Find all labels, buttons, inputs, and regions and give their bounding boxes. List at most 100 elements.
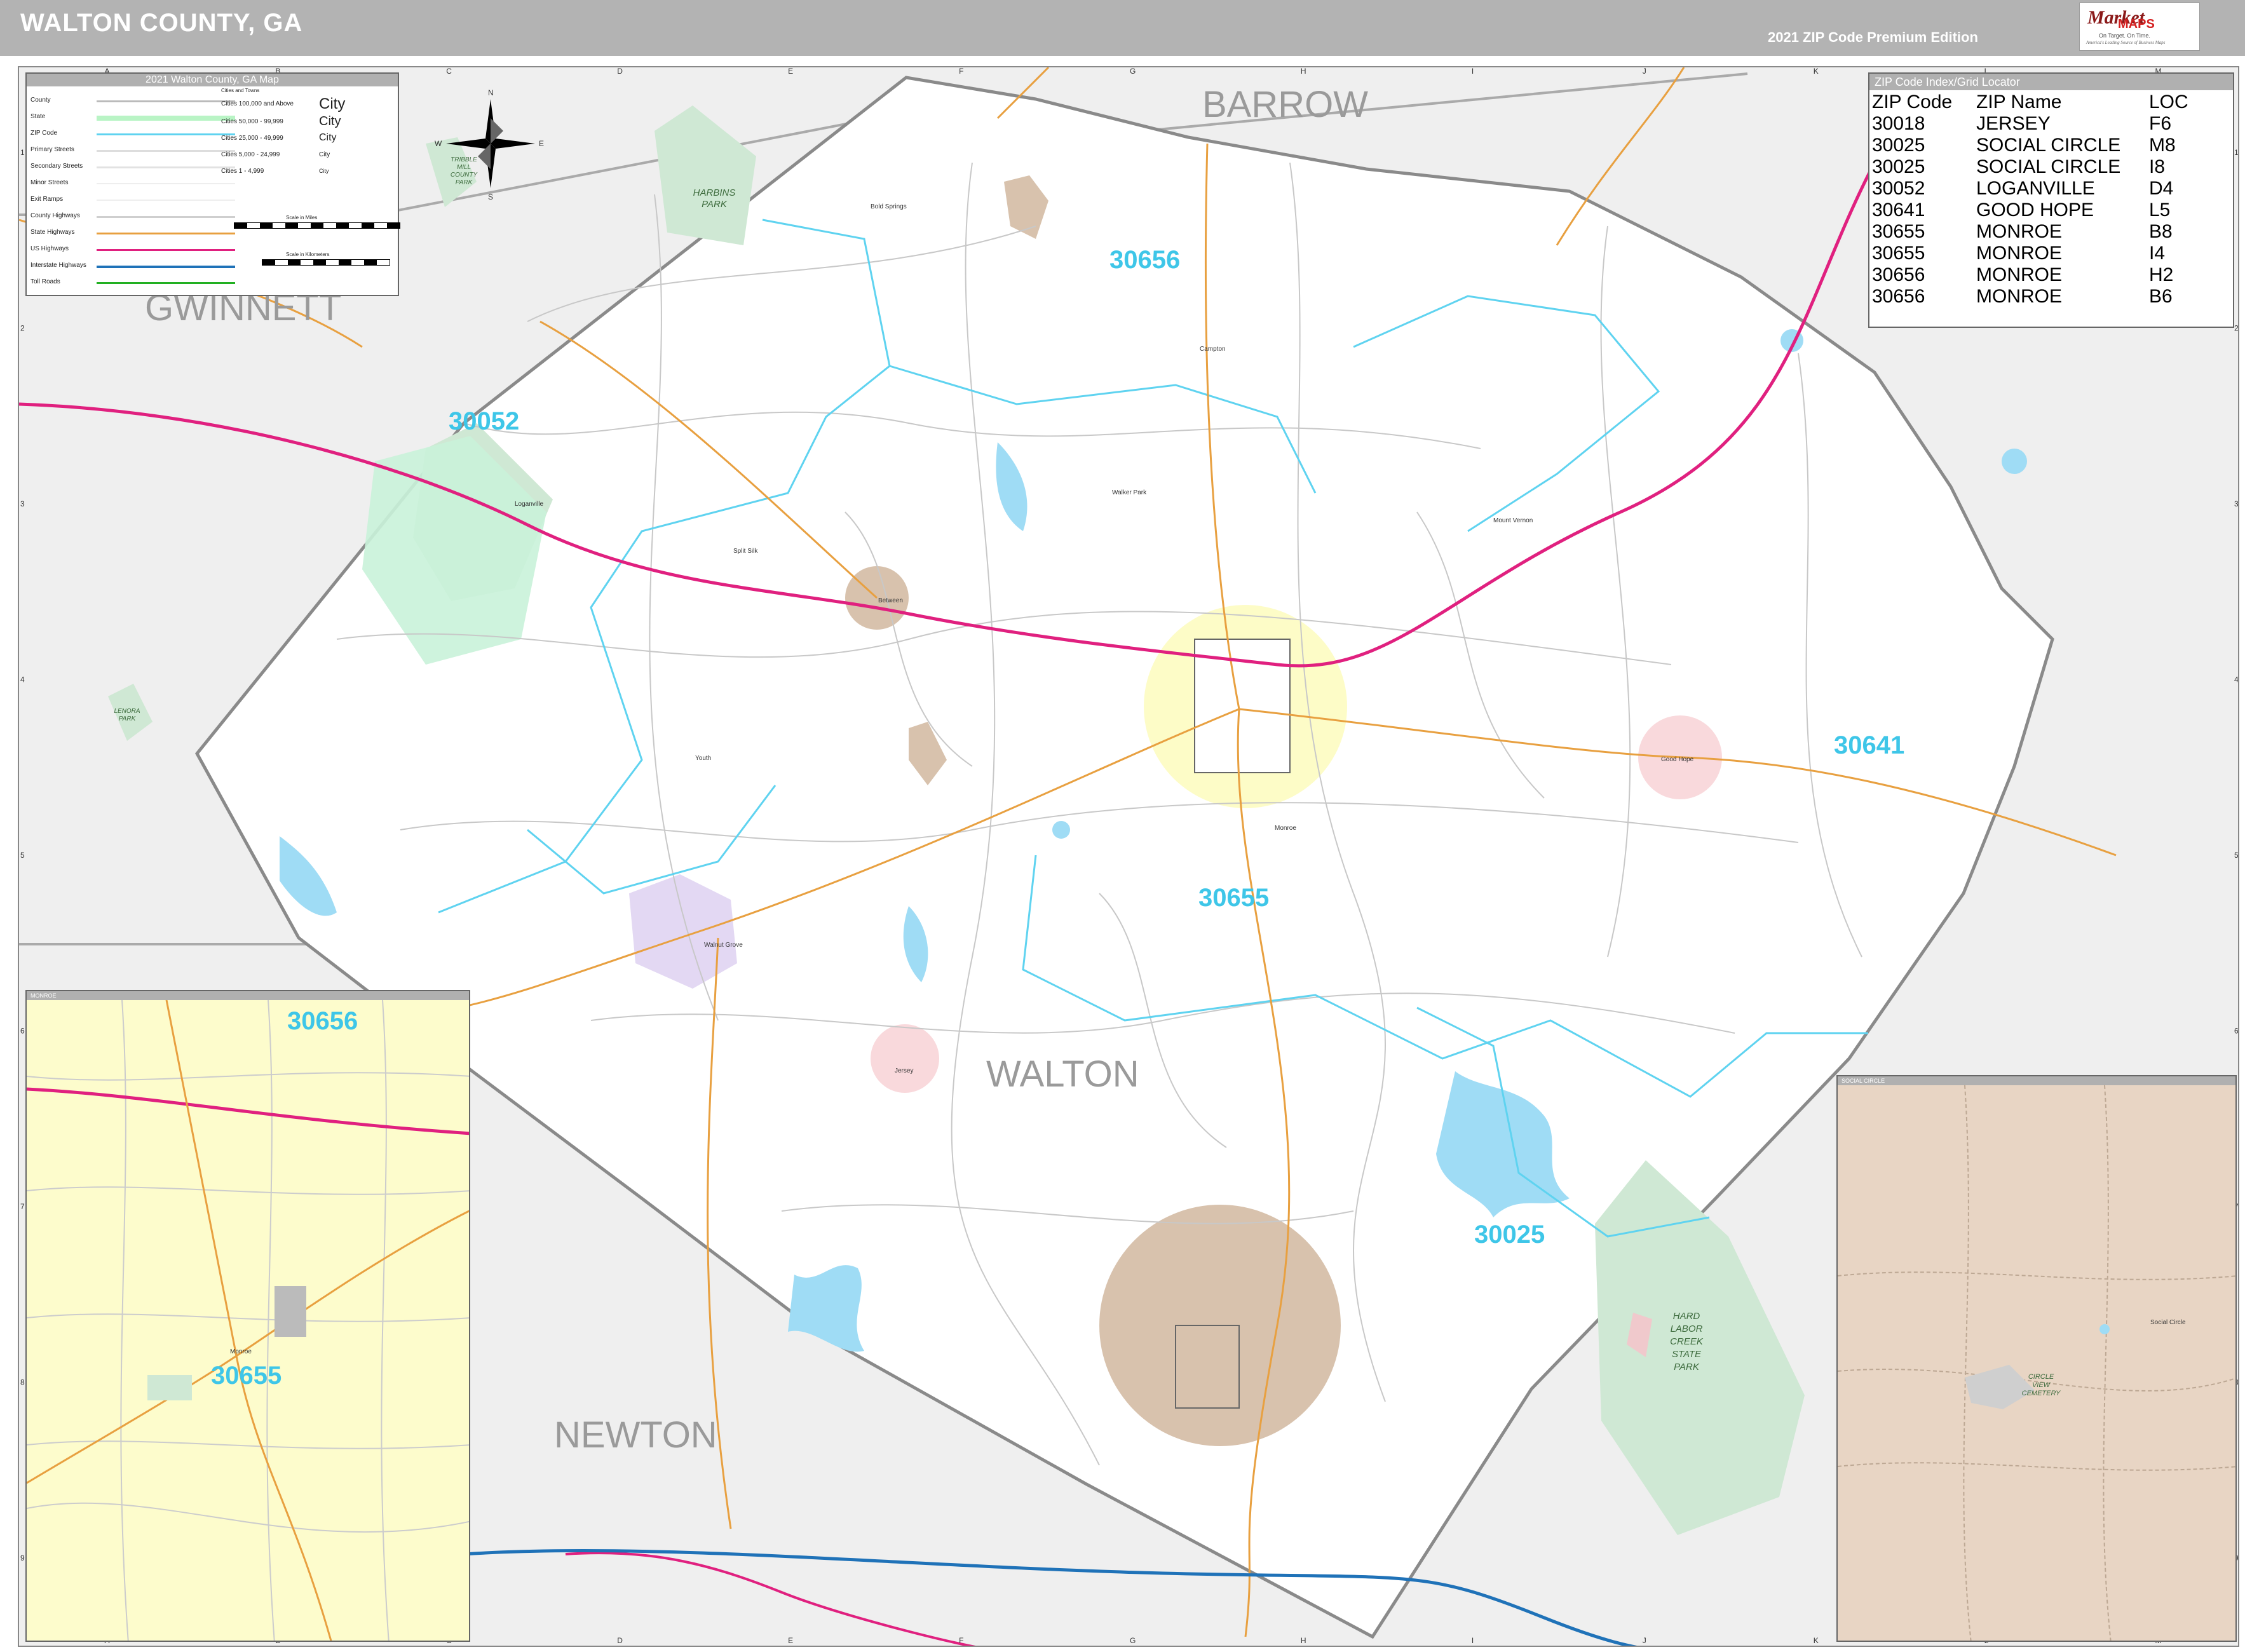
grid-row-label: 2: [2234, 324, 2239, 333]
grid-row-label: 7: [20, 1202, 25, 1211]
tribble-park-label-1: TRIBBLE: [451, 156, 477, 163]
barrow-county-label: BARROW: [1202, 84, 1368, 125]
legend-interstate-swatch: [97, 266, 235, 268]
zip-index-zip: 30052: [1872, 178, 1925, 199]
grid-column-label: F: [959, 67, 963, 76]
hard-labor-label-4: STATE: [1672, 1349, 1702, 1360]
walton-county-label: WALTON: [986, 1053, 1139, 1095]
grid-column-label: D: [617, 67, 623, 76]
social-circle-inset-title: SOCIAL CIRCLE: [1838, 1076, 2235, 1085]
legend-city-class-2: Cities 50,000 - 99,999: [221, 118, 283, 125]
grid-column-label: F: [959, 1636, 963, 1645]
zip-index-zip: 30025: [1872, 156, 1925, 177]
grid-row-label: 8: [20, 1378, 25, 1386]
grid-row-label: 5: [20, 851, 25, 860]
place-walker-park: Walker Park: [1112, 489, 1147, 496]
social-circle-inset: SOCIAL CIRCLE Social Circle CIRCLE VIEW …: [1836, 1075, 2237, 1642]
cemetery-label-1: CIRCLE: [2028, 1373, 2054, 1381]
grid-column-label: H: [1301, 1636, 1306, 1645]
legend-county-hwy-swatch: [97, 216, 235, 218]
grid-column-label: J: [1643, 67, 1646, 76]
legend-minor-swatch: [97, 183, 235, 184]
legend-minor: Minor Streets: [31, 179, 69, 186]
inset-us-highway: [27, 1087, 469, 1135]
harbins-park-label: HARBINS: [693, 187, 736, 198]
scale-bar-miles: [234, 222, 400, 229]
grid-row-label: 2: [20, 324, 25, 333]
zip-index-row: 30025 SOCIAL CIRCLE M8: [1869, 135, 2233, 156]
zip-index-row: 30018 JERSEY F6: [1869, 113, 2233, 135]
legend-county-hwy: County Highways: [31, 212, 80, 219]
scale-bar-km: [262, 259, 390, 266]
legend-exit-ramps: Exit Ramps: [31, 196, 64, 203]
grid-row-label: 4: [20, 675, 25, 684]
zip-index-name: JERSEY: [1976, 113, 2051, 134]
zip-index-name: MONROE: [1976, 243, 2062, 264]
grid-row-label: 4: [2234, 675, 2239, 684]
zip-index-loc: L5: [2149, 200, 2171, 220]
zip-index-header-name: ZIP Name: [1976, 91, 2062, 112]
legend-city-sample-5: City: [319, 168, 329, 174]
hard-labor-label-1: HARD: [1673, 1311, 1700, 1322]
cemetery-label-2: VIEW: [2032, 1381, 2051, 1389]
zip-index-loc: B8: [2149, 221, 2173, 242]
legend-city-sample-2: City: [319, 114, 341, 128]
place-loganville: Loganville: [515, 501, 543, 508]
zip-index-zip: 30656: [1872, 286, 1925, 307]
legend-zip-swatch: [97, 133, 235, 135]
zip-index-row: 30025 SOCIAL CIRCLE I8: [1869, 156, 2233, 178]
place-between: Between: [878, 597, 903, 604]
grid-column-label: G: [1130, 67, 1136, 76]
zip-label-30656: 30656: [1109, 246, 1180, 274]
legend-city-class-3: Cities 25,000 - 49,999: [221, 135, 283, 142]
grid-row-label: 5: [2234, 851, 2239, 860]
legend-ramp-swatch: [97, 200, 235, 201]
zip-index-header-zip: ZIP Code: [1872, 91, 1953, 112]
grid-column-label: I: [1472, 67, 1474, 76]
legend-city-sample-4: City: [319, 151, 330, 158]
lenora-park-label-2: PARK: [119, 715, 137, 722]
cemetery-label-3: CEMETERY: [2022, 1390, 2061, 1397]
zip-index-loc: H2: [2149, 264, 2174, 285]
hard-labor-label-3: CREEK: [1670, 1336, 1704, 1347]
newton-county-label: NEWTON: [554, 1414, 717, 1456]
grid-column-label: K: [1814, 1636, 1819, 1645]
legend-cities-header: Cities and Towns: [221, 88, 260, 93]
logo-tagline: On Target. On Time.: [2099, 32, 2150, 39]
zip-index-row: 30052 LOGANVILLE D4: [1869, 178, 2233, 200]
legend-county-swatch: [97, 100, 235, 102]
monroe-inset-zip-30656: 30656: [287, 1007, 358, 1035]
zip-label-30655: 30655: [1198, 884, 1269, 912]
svg-text:W: W: [435, 139, 442, 148]
legend-state-hwy-swatch: [97, 233, 235, 234]
legend-interstate: Interstate Highways: [31, 262, 86, 269]
legend-city-class-4: Cities 5,000 - 24,999: [221, 151, 280, 158]
monroe-inset-map: 30656 30655 Monroe: [27, 1000, 469, 1641]
zip-index-zip: 30025: [1872, 135, 1925, 156]
zip-index-row: 30655 MONROE B8: [1869, 221, 2233, 243]
legend-state-hwy: State Highways: [31, 229, 75, 236]
place-youth: Youth: [695, 755, 711, 762]
place-mount-vernon: Mount Vernon: [1493, 517, 1533, 524]
grid-column-label: G: [1130, 1636, 1136, 1645]
legend-secondary: Secondary Streets: [31, 163, 83, 170]
legend-scale-miles-label: Scale in Miles: [286, 215, 318, 220]
legend-title: 2021 Walton County, GA Map: [27, 74, 398, 86]
grid-column-label: E: [788, 67, 793, 76]
zip-index-loc: M8: [2149, 135, 2176, 156]
zip-index-name: MONROE: [1976, 286, 2062, 307]
grid-column-label: E: [788, 1636, 793, 1645]
grid-column-label: C: [446, 67, 452, 76]
tribble-park-label-4: PARK: [456, 179, 473, 186]
zip-index-row: 30656 MONROE H2: [1869, 264, 2233, 286]
legend-secondary-swatch: [97, 166, 235, 168]
zip-index-zip: 30641: [1872, 200, 1925, 220]
grid-column-label: I: [1472, 1636, 1474, 1645]
zip-index-zip: 30655: [1872, 221, 1925, 242]
place-jersey: Jersey: [895, 1067, 913, 1074]
zip-index-zip: 30018: [1872, 113, 1925, 134]
zip-index-name: SOCIAL CIRCLE: [1976, 135, 2121, 156]
zip-code-index: ZIP Code Index/Grid Locator ZIP Code ZIP…: [1868, 72, 2234, 328]
inset-state-highway-2: [27, 1210, 469, 1484]
legend-primary: Primary Streets: [31, 146, 74, 153]
